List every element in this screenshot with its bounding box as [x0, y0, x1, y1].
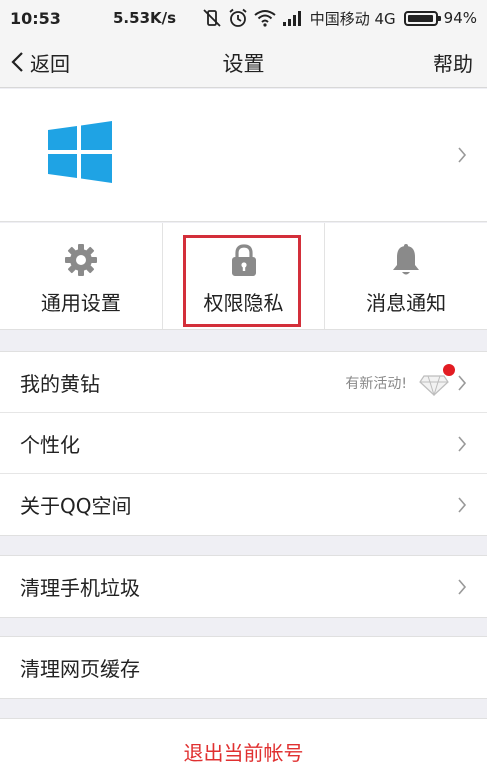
- about-qzone-label: 关于QQ空间: [20, 494, 132, 518]
- general-settings-label: 通用设置: [40, 290, 121, 315]
- privacy-permissions-label: 权限隐私: [203, 290, 284, 315]
- nav-bar: 返回 设置 帮助: [0, 36, 487, 88]
- status-net-speed: 5.53K/s: [113, 9, 177, 27]
- privacy-permissions-button[interactable]: 权限隐私: [163, 223, 326, 329]
- message-notifications-button[interactable]: 消息通知: [325, 223, 487, 329]
- clean-web-cache-row[interactable]: 清理网页缓存: [0, 637, 487, 698]
- battery-icon: [403, 10, 441, 26]
- promo-text: 有新活动!: [345, 376, 407, 392]
- windows-logo-icon: [48, 121, 112, 183]
- my-yellow-diamond-row[interactable]: 我的黄钻 有新活动!: [0, 352, 487, 413]
- chevron-right-icon: [458, 375, 467, 391]
- chevron-right-icon: [458, 436, 467, 452]
- my-yellow-diamond-label: 我的黄钻: [20, 371, 100, 396]
- wifi-icon: [254, 10, 276, 27]
- menu-group-2: 清理手机垃圾: [0, 555, 487, 618]
- about-qzone-row[interactable]: 关于QQ空间: [0, 474, 487, 535]
- clean-web-cache-label: 清理网页缓存: [20, 657, 140, 681]
- personalize-row[interactable]: 个性化: [0, 413, 487, 474]
- lock-icon: [231, 243, 256, 276]
- profile-card[interactable]: [0, 89, 487, 222]
- status-time: 10:53: [10, 8, 61, 28]
- clean-phone-junk-label: 清理手机垃圾: [20, 576, 140, 600]
- menu-group-3: 清理网页缓存: [0, 636, 487, 699]
- general-settings-button[interactable]: 通用设置: [0, 223, 163, 329]
- gear-icon: [64, 243, 97, 276]
- help-button[interactable]: 帮助: [433, 48, 473, 77]
- personalize-label: 个性化: [20, 432, 80, 457]
- message-notifications-label: 消息通知: [366, 290, 447, 315]
- vibrate-off-icon: [203, 9, 221, 27]
- status-carrier: 中国移动 4G: [309, 9, 396, 28]
- chevron-right-icon: [458, 147, 467, 163]
- settings-screen: 10:53 5.53K/s 中国移动 4G 94% 返回 设置 帮助 通用设置 …: [0, 0, 487, 776]
- status-right: 中国移动 4G 94%: [202, 8, 477, 29]
- logout-button[interactable]: 退出当前帐号: [0, 718, 487, 776]
- chevron-right-icon: [458, 579, 467, 595]
- status-battery-percent: 94%: [443, 9, 477, 27]
- menu-group-1: 我的黄钻 有新活动! 个性化 关于QQ空间: [0, 351, 487, 536]
- bell-icon: [393, 243, 420, 274]
- page-title: 设置: [222, 52, 265, 76]
- quick-actions: 通用设置 权限隐私 消息通知: [0, 223, 487, 330]
- clean-phone-junk-row[interactable]: 清理手机垃圾: [0, 556, 487, 617]
- alarm-icon: [229, 8, 247, 27]
- chevron-right-icon: [458, 497, 467, 513]
- signal-icon: [282, 11, 301, 26]
- notification-dot: [443, 364, 455, 376]
- status-bar: 10:53 5.53K/s 中国移动 4G 94%: [0, 0, 487, 36]
